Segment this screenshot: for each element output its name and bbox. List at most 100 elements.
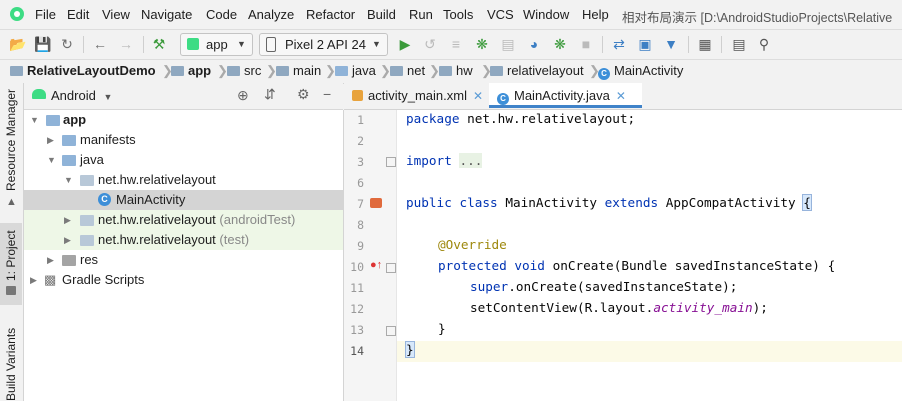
expand-arrow-icon[interactable]: ▶ <box>64 230 71 250</box>
menu-vcs[interactable]: VCS <box>487 7 514 22</box>
expand-arrow-icon[interactable]: ▼ <box>64 170 73 190</box>
tree-item-mainactivity[interactable]: C MainActivity <box>24 190 343 210</box>
tab-mainactivity-java[interactable]: C MainActivity.java ✕ <box>489 83 642 108</box>
menu-view[interactable]: View <box>102 7 130 22</box>
activity-gutter-icon[interactable] <box>370 198 382 208</box>
project-tab[interactable]: 1: Project <box>4 230 18 281</box>
line-number: 6 <box>357 176 364 190</box>
project-structure-icon[interactable]: ▦ <box>697 36 713 52</box>
fold-marker-icon[interactable] <box>386 263 396 273</box>
collapse-all-icon[interactable]: ⇵ <box>264 86 276 103</box>
android-icon <box>187 38 199 50</box>
run-config-select[interactable]: app ▼ <box>180 33 253 56</box>
tree-item-package-androidtest[interactable]: ▶ net.hw.relativelayout (androidTest) <box>24 210 343 230</box>
tool-window-stripe: Resource Manager ▲ 1: Project Build Vari… <box>0 83 24 401</box>
menu-window[interactable]: Window <box>523 7 569 22</box>
gradle-elephant-icon: ▩ <box>44 272 57 287</box>
project-view-select[interactable]: Android ▼ <box>51 88 112 103</box>
project-folder-icon <box>6 286 16 295</box>
expand-arrow-icon[interactable]: ▼ <box>47 150 56 170</box>
apply-code-changes-icon[interactable]: ≡ <box>448 36 464 52</box>
expand-arrow-icon[interactable]: ▶ <box>47 130 54 150</box>
folded-imports[interactable]: ... <box>459 153 483 168</box>
project-panel-header: Android ▼ ⊕ ⇵ ⚙ − <box>24 83 343 110</box>
breadcrumb-relativelayout[interactable]: relativelayout <box>490 63 584 78</box>
override-method-icon[interactable]: ●↑ <box>370 259 382 271</box>
line-number: 12 <box>350 302 364 316</box>
menu-help[interactable]: Help <box>582 7 609 22</box>
tree-item-package-test[interactable]: ▶ net.hw.relativelayout (test) <box>24 230 343 250</box>
tree-item-java[interactable]: ▼ java <box>24 150 343 170</box>
device-label: Pixel 2 API 24 <box>285 37 366 52</box>
menu-code[interactable]: Code <box>206 7 237 22</box>
layout-file-icon <box>352 90 363 101</box>
menu-file[interactable]: File <box>35 7 56 22</box>
back-arrow-icon[interactable]: ← <box>92 36 108 52</box>
menu-refactor[interactable]: Refactor <box>306 7 355 22</box>
breadcrumb-net[interactable]: net <box>390 63 425 78</box>
tab-activity-main-xml[interactable]: activity_main.xml ✕ <box>344 83 489 108</box>
menu-tools[interactable]: Tools <box>443 7 473 22</box>
menu-bar: File Edit View Navigate Code Analyze Ref… <box>0 0 902 29</box>
folder-icon <box>171 66 184 76</box>
folder-icon <box>439 66 452 76</box>
project-tree: ▼ app ▶ manifests ▼ java ▼ net.hw.relati… <box>24 110 344 401</box>
device-select[interactable]: Pixel 2 API 24 ▼ <box>259 33 388 56</box>
breadcrumb-main[interactable]: main <box>276 63 321 78</box>
breadcrumb-project[interactable]: RelativeLayoutDemo <box>10 63 156 78</box>
folder-icon <box>10 66 23 76</box>
search-icon[interactable]: ⚲ <box>756 36 772 52</box>
code-editor[interactable]: package net.hw.relativelayout; import ..… <box>397 110 902 401</box>
expand-arrow-icon[interactable]: ▶ <box>47 250 54 270</box>
locate-target-icon[interactable]: ⊕ <box>237 87 249 104</box>
forward-arrow-icon[interactable]: → <box>118 36 134 52</box>
run-config-label: app <box>206 37 228 52</box>
avd-manager-icon[interactable]: ▣ <box>637 36 653 52</box>
breadcrumb-mainactivity[interactable]: C MainActivity <box>598 63 683 80</box>
expand-arrow-icon[interactable]: ▶ <box>64 210 71 230</box>
tree-item-app[interactable]: ▼ app <box>24 110 343 130</box>
menu-navigate[interactable]: Navigate <box>141 7 192 22</box>
build-variants-tab[interactable]: Build Variants <box>4 328 18 401</box>
menu-analyze[interactable]: Analyze <box>248 7 294 22</box>
open-folder-icon[interactable]: 📂 <box>9 36 26 52</box>
run-icon[interactable]: ▶ <box>397 36 413 52</box>
line-number: 14 <box>350 344 364 358</box>
attach-debugger-icon[interactable]: ❋ <box>552 36 568 52</box>
layout-inspector-icon[interactable]: ▤ <box>731 36 747 52</box>
tree-item-manifests[interactable]: ▶ manifests <box>24 130 343 150</box>
code-line-12: setContentView(R.layout.activity_main); <box>470 300 768 315</box>
tree-item-res[interactable]: ▶ res <box>24 250 343 270</box>
menu-run[interactable]: Run <box>409 7 433 22</box>
menu-build[interactable]: Build <box>367 7 396 22</box>
coverage-icon[interactable]: ▤ <box>500 36 516 52</box>
breadcrumb: RelativeLayoutDemo ❯ app ❯ src ❯ main ❯ … <box>0 59 902 84</box>
stop-icon[interactable]: ■ <box>578 36 594 52</box>
tree-item-gradle-scripts[interactable]: ▶ ▩ Gradle Scripts <box>24 270 343 290</box>
fold-marker-icon[interactable] <box>386 157 396 167</box>
settings-gear-icon[interactable]: ⚙ <box>297 86 310 103</box>
sync-gradle-icon[interactable]: ⇄ <box>611 36 627 52</box>
menu-edit[interactable]: Edit <box>67 7 89 22</box>
debug-bug-icon[interactable]: ❋ <box>474 36 490 52</box>
breadcrumb-src[interactable]: src <box>227 63 261 78</box>
close-icon[interactable]: ✕ <box>616 89 626 103</box>
breadcrumb-java[interactable]: java <box>335 63 376 78</box>
code-line-1: package net.hw.relativelayout; <box>406 111 636 126</box>
breadcrumb-app[interactable]: app <box>171 63 211 78</box>
apply-changes-icon[interactable]: ↺ <box>422 36 438 52</box>
sdk-manager-icon[interactable]: ▼ <box>663 36 679 52</box>
resource-manager-tab[interactable]: Resource Manager <box>4 89 18 191</box>
breadcrumb-hw[interactable]: hw <box>439 63 473 78</box>
expand-arrow-icon[interactable]: ▼ <box>30 110 39 130</box>
save-icon[interactable]: 💾 <box>34 36 51 52</box>
profile-icon[interactable]: ◕ <box>526 36 542 52</box>
expand-arrow-icon[interactable]: ▶ <box>30 270 37 290</box>
tree-item-package[interactable]: ▼ net.hw.relativelayout <box>24 170 343 190</box>
make-project-hammer-icon[interactable]: ⚒ <box>151 36 167 52</box>
close-icon[interactable]: ✕ <box>473 89 483 103</box>
folder-icon <box>276 66 289 76</box>
hide-panel-icon[interactable]: − <box>323 86 331 102</box>
fold-marker-icon[interactable] <box>386 326 396 336</box>
sync-icon[interactable]: ↻ <box>59 36 75 52</box>
